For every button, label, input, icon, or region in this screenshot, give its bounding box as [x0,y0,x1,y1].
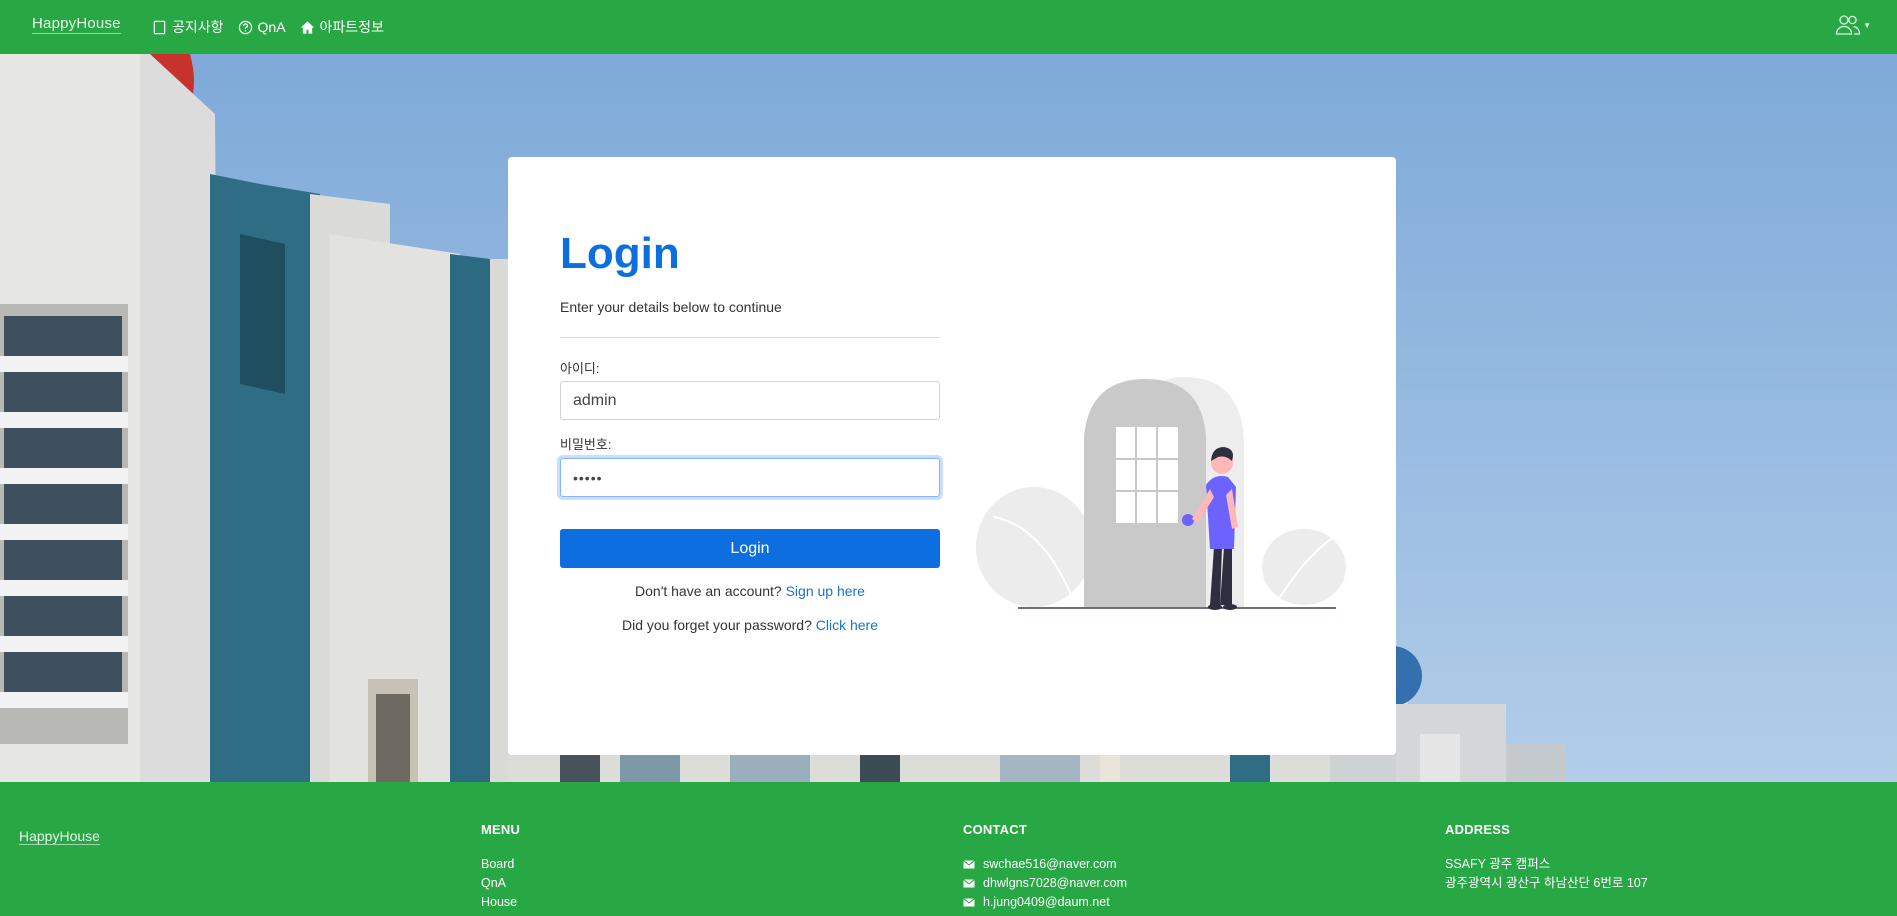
user-menu-dropdown[interactable]: ▼ [1835,14,1871,36]
address-line-2: 광주광역시 광산구 하남산단 6번로 107 [1445,876,1648,890]
footer-address-column: ADDRESS SSAFY 광주 캠퍼스 광주광역시 광산구 하남산단 6번로 … [1445,822,1648,893]
question-circle-icon [238,20,252,34]
top-navbar: HappyHouse 공지사항 QnA 아파트정보 ▼ [0,0,1897,54]
footer-menu-heading: MENU [481,822,521,837]
forgot-prompt: Did you forget your password? [621,617,812,633]
envelope-icon [963,898,975,907]
contact-item: swchae516@naver.com [963,855,1127,874]
id-input-value: admin [573,391,617,409]
footer-menu-column: MENU Board QnA House [481,822,520,912]
contact-item: dhwlgns7028@naver.com [963,874,1127,893]
forgot-password-link[interactable]: Click here [816,617,878,633]
envelope-icon [963,860,975,869]
login-subtitle: Enter your details below to continue [560,299,782,315]
password-label: 비밀번호: [560,437,612,452]
nav-link-notice-label: 공지사항 [172,19,224,35]
signup-helper: Don't have an account? Sign up here [560,583,940,599]
forgot-helper: Did you forget your password? Click here [560,617,940,633]
login-button[interactable]: Login [560,529,940,568]
contact-item: h.jung0409@daum.net [963,893,1127,912]
contact-email-3: h.jung0409@daum.net [983,895,1110,909]
nav-link-qna[interactable]: QnA [238,17,286,37]
signup-link[interactable]: Sign up here [786,583,865,599]
footer-contact-column: CONTACT swchae516@naver.com dhwlgns7028@… [963,822,1127,912]
contact-email-1: swchae516@naver.com [983,857,1117,871]
id-input[interactable]: admin [560,381,940,420]
footer-link-qna[interactable]: QnA [481,874,506,893]
footer-link-house[interactable]: House [481,893,517,912]
login-card: Login Enter your details below to contin… [508,157,1396,755]
navbar-brand[interactable]: HappyHouse [32,15,121,34]
footer-contact-heading: CONTACT [963,822,1027,837]
envelope-icon [963,879,975,888]
users-icon [1835,15,1861,35]
nav-links: 공지사항 QnA 아파트정보 [152,17,384,37]
nav-link-qna-label: QnA [257,19,286,35]
door-illustration [976,377,1346,610]
login-title: Login [560,229,680,278]
contact-email-2: dhwlgns7028@naver.com [983,876,1128,890]
password-input-value: ••••• [573,469,603,486]
nav-link-notice[interactable]: 공지사항 [152,17,224,37]
nav-link-apartment-label: 아파트정보 [319,19,384,35]
password-input[interactable]: ••••• [560,458,940,497]
address-line-1: SSAFY 광주 캠퍼스 [1445,857,1551,871]
footer-address-heading: ADDRESS [1445,822,1510,837]
hero-background: Login Enter your details below to contin… [0,54,1897,782]
signup-prompt: Don't have an account? [635,583,782,599]
nav-link-apartment[interactable]: 아파트정보 [300,17,384,37]
divider [560,337,940,338]
square-icon [153,20,166,34]
footer: HappyHouse MENU Board QnA House CONTACT … [0,782,1897,916]
chevron-down-icon: ▼ [1863,20,1871,30]
footer-link-board[interactable]: Board [481,855,514,874]
footer-brand[interactable]: HappyHouse [19,828,100,845]
house-icon [300,20,314,34]
id-label: 아이디: [560,361,600,376]
